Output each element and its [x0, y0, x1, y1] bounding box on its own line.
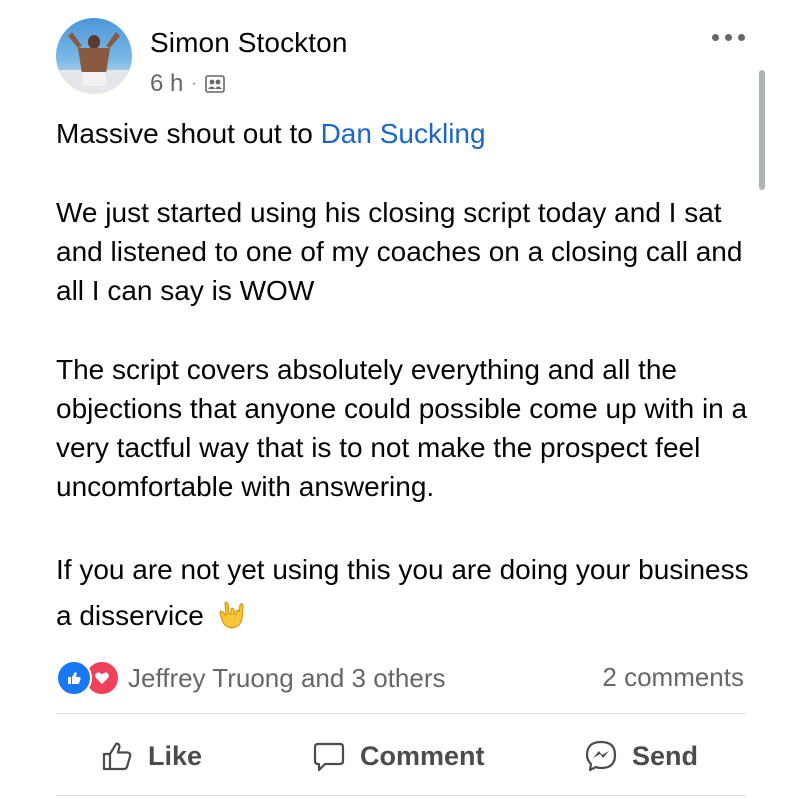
reactions-summary[interactable]: Jeffrey Truong and 3 others	[56, 660, 446, 696]
like-label: Like	[148, 740, 203, 771]
comment-button[interactable]: Comment	[312, 734, 485, 778]
post-paragraph-3: The script covers absolutely everything …	[56, 354, 748, 502]
friends-icon[interactable]	[204, 74, 225, 94]
more-dot-icon	[711, 33, 719, 41]
more-dot-icon	[724, 33, 732, 41]
more-dot-icon	[737, 33, 745, 41]
love-you-gesture-icon	[219, 601, 244, 629]
paragraph-text: Massive shout out to	[56, 118, 321, 149]
author-name[interactable]: Simon Stockton	[150, 27, 348, 59]
divider	[56, 795, 746, 796]
avatar-photo	[56, 32, 132, 94]
post-meta: 6 h ·	[150, 70, 225, 98]
mention-link[interactable]: Dan Suckling	[321, 118, 486, 149]
comment-icon	[313, 742, 345, 772]
comment-label: Comment	[360, 740, 485, 771]
avatar[interactable]	[56, 18, 132, 94]
send-label: Send	[632, 740, 699, 771]
messenger-icon	[585, 740, 617, 772]
reaction-names[interactable]: Jeffrey Truong and 3 others	[128, 663, 446, 694]
post-paragraph-2: We just started using his closing script…	[56, 197, 743, 306]
divider	[56, 713, 746, 714]
thumbs-up-icon	[102, 742, 132, 771]
post-paragraph-1: Massive shout out to Dan Suckling	[56, 114, 756, 153]
paragraph-text: If you are not yet using this you are do…	[56, 554, 749, 631]
post-time[interactable]: 6 h	[150, 70, 183, 98]
like-button[interactable]: Like	[100, 734, 202, 778]
scrollbar[interactable]	[759, 70, 765, 190]
facebook-post: Simon Stockton 6 h · Massive shout out t…	[0, 0, 800, 800]
comment-count[interactable]: 2 comments	[602, 662, 744, 693]
post-paragraph-4: If you are not yet using this you are do…	[56, 547, 756, 639]
more-options-button[interactable]	[706, 26, 750, 48]
like-icon	[56, 660, 92, 696]
meta-separator: ·	[191, 75, 197, 92]
send-button[interactable]: Send	[584, 734, 698, 778]
